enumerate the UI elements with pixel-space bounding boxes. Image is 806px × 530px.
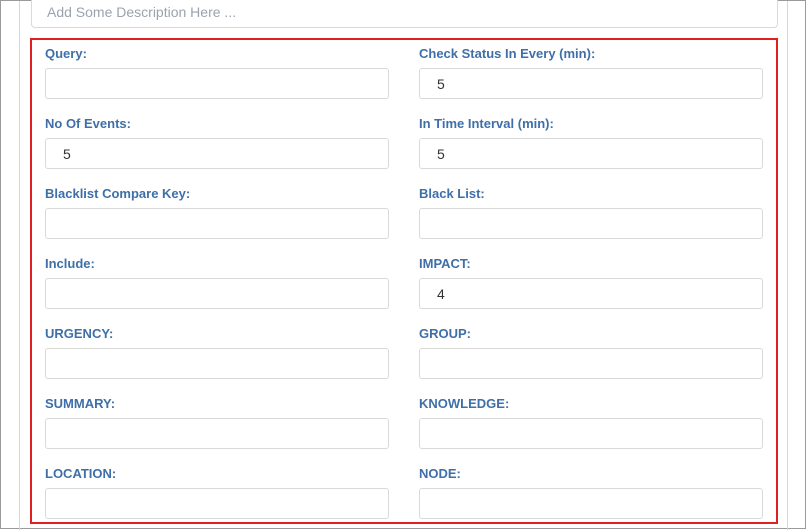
no-of-events-label: No Of Events: xyxy=(45,116,131,131)
panel-right-border xyxy=(787,1,788,530)
include-input[interactable] xyxy=(45,278,389,309)
node-input[interactable] xyxy=(419,488,763,519)
blacklist-compare-key-input[interactable] xyxy=(45,208,389,239)
form-panel: Query: Check Status In Every (min): No O… xyxy=(0,0,806,530)
include-label: Include: xyxy=(45,256,95,271)
group-input[interactable] xyxy=(419,348,763,379)
group-label: GROUP: xyxy=(419,326,471,341)
summary-label: SUMMARY: xyxy=(45,396,116,411)
urgency-label: URGENCY: xyxy=(45,326,114,341)
time-interval-input[interactable] xyxy=(419,138,763,169)
location-input[interactable] xyxy=(45,488,389,519)
check-status-label: Check Status In Every (min): xyxy=(419,46,596,61)
time-interval-label: In Time Interval (min): xyxy=(419,116,554,131)
no-of-events-input[interactable] xyxy=(45,138,389,169)
black-list-label: Black List: xyxy=(419,186,485,201)
knowledge-input[interactable] xyxy=(419,418,763,449)
knowledge-label: KNOWLEDGE: xyxy=(419,396,510,411)
impact-input[interactable] xyxy=(419,278,763,309)
node-label: NODE: xyxy=(419,466,461,481)
query-input[interactable] xyxy=(45,68,389,99)
urgency-input[interactable] xyxy=(45,348,389,379)
location-label: LOCATION: xyxy=(45,466,117,481)
blacklist-compare-key-label: Blacklist Compare Key: xyxy=(45,186,191,201)
description-input[interactable] xyxy=(31,0,778,28)
impact-label: IMPACT: xyxy=(419,256,471,271)
query-label: Query: xyxy=(45,46,87,61)
black-list-input[interactable] xyxy=(419,208,763,239)
check-status-input[interactable] xyxy=(419,68,763,99)
summary-input[interactable] xyxy=(45,418,389,449)
panel-left-border xyxy=(19,1,20,530)
